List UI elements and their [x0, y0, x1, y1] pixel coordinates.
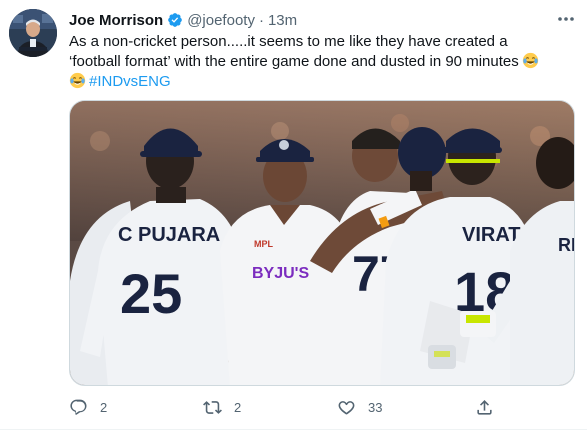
reply-button[interactable]: 2: [69, 395, 107, 419]
tweet-text-line-2: ‘football format’ with the entire game d…: [69, 53, 519, 70]
reply-icon: [70, 399, 87, 415]
like-button[interactable]: 33: [337, 395, 382, 419]
verified-badge-icon: [168, 13, 183, 27]
more-options-icon[interactable]: [557, 12, 575, 26]
laughing-tears-emoji-icon: [69, 72, 86, 89]
photo-number-pujara: 25: [120, 262, 182, 325]
photo-kit-brand: MPL: [254, 239, 274, 249]
tweet-timestamp[interactable]: 13m: [268, 12, 297, 29]
like-count: 33: [368, 399, 383, 415]
tweet-text-line-1: As a non-cricket person.....it seems to …: [69, 33, 508, 50]
photo-label-virat: VIRAT: [462, 224, 521, 246]
photo-sponsor-text: BYJU'S: [252, 265, 309, 282]
tweet-text: As a non-cricket person.....it seems to …: [69, 32, 575, 92]
hashtag-link[interactable]: #INDvsENG: [89, 73, 171, 90]
tweet-text-line-2-wrap: ‘football format’ with the entire game d…: [69, 52, 575, 72]
retweet-button[interactable]: 2: [203, 395, 241, 419]
author-name[interactable]: Joe Morrison: [69, 12, 163, 29]
retweet-count: 2: [234, 399, 242, 415]
author-avatar[interactable]: [9, 9, 57, 57]
share-icon: [477, 399, 492, 415]
tweet-header: Joe Morrison @joefooty · 13m: [69, 10, 557, 30]
header-separator: ·: [258, 11, 264, 29]
tweet-text-line-3: #INDvsENG: [69, 72, 575, 92]
photo-label-pujara: C PUJARA: [118, 224, 220, 246]
tweet-actions: 2 2 33: [69, 395, 499, 419]
share-button[interactable]: [475, 395, 506, 419]
heart-icon: [338, 400, 355, 414]
laughing-tears-emoji-icon: [522, 52, 538, 69]
tweet-card[interactable]: Joe Morrison @joefooty · 13m As a non-cr…: [0, 0, 587, 430]
retweet-icon: [203, 400, 222, 414]
tweet-photo[interactable]: C PUJARA 25 BYJU'S MPL 77 VIRAT 18 R: [69, 100, 575, 386]
photo-label-far-right: RIS: [558, 235, 575, 255]
author-handle[interactable]: @joefooty: [187, 12, 255, 29]
reply-count: 2: [100, 399, 108, 415]
